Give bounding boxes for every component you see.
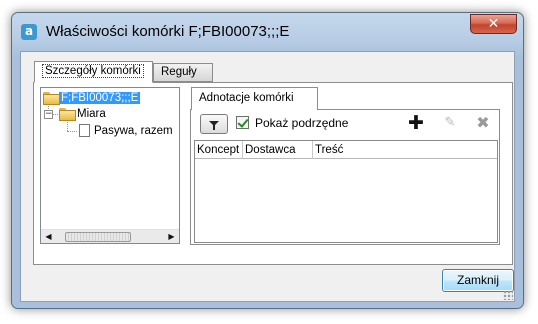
cell-details-panel: F;FBI00073;;;E − Miara Pasywa, razem ◀ ▶ (33, 82, 513, 265)
grid-header: Koncept Dostawca Treść (195, 141, 497, 159)
tree-item-cell[interactable]: F;FBI00073;;;E (43, 90, 141, 106)
app-icon: a (21, 24, 37, 40)
folder-open-icon (59, 107, 76, 121)
scroll-left-arrow-icon[interactable]: ◀ (42, 231, 55, 243)
tree-collapse-toggle[interactable]: − (44, 110, 53, 119)
dialog-client-area: Szczegóły komórki Reguły F;FBI00073;;;E … (20, 51, 515, 302)
tree-item-label: Miara (77, 108, 106, 120)
add-icon[interactable]: ✚ (407, 113, 425, 133)
tab-rules-label: Reguły (161, 66, 197, 78)
annotations-tab-control: Adnotacje komórki Pokaż podrzędne ✚ ✎ ✖ … (190, 87, 509, 245)
tree-item-label: F;FBI00073;;;E (59, 92, 141, 104)
resize-grip[interactable] (503, 290, 513, 300)
document-icon (79, 124, 90, 137)
annotations-toolbar: Pokaż podrzędne ✚ ✎ ✖ (195, 112, 495, 138)
tab-cell-details-label: Szczegóły komórki (42, 64, 144, 78)
tree-item-liabilities[interactable]: Pasywa, razem (79, 123, 173, 139)
column-header-content[interactable]: Treść (313, 141, 497, 159)
scrollbar-thumb[interactable] (65, 232, 131, 242)
tab-cell-annotations[interactable]: Adnotacje komórki (191, 87, 318, 110)
annotations-panel: Pokaż podrzędne ✚ ✎ ✖ Koncept Dostawca T… (190, 109, 500, 245)
window-close-button[interactable]: ✕ (470, 14, 517, 34)
edit-icon[interactable]: ✎ (441, 113, 459, 133)
tab-cell-details[interactable]: Szczegóły komórki (34, 61, 153, 83)
dialog-window: a Właściwości komórki F;FBI00073;;;E ✕ S… (11, 12, 524, 309)
window-title: Właściwości komórki F;FBI00073;;;E (46, 23, 290, 40)
tree-item-label: Pasywa, razem (94, 125, 173, 137)
delete-icon[interactable]: ✖ (474, 113, 492, 133)
cell-tree: F;FBI00073;;;E − Miara Pasywa, razem ◀ ▶ (40, 87, 180, 244)
title-bar[interactable]: a Właściwości komórki F;FBI00073;;;E ✕ (12, 13, 523, 51)
show-children-checkbox[interactable] (236, 116, 249, 129)
tree-item-measure[interactable]: Miara (59, 106, 108, 122)
filter-icon (209, 121, 219, 130)
close-dialog-button[interactable]: Zamknij (442, 269, 514, 292)
column-header-concept[interactable]: Koncept (195, 141, 243, 159)
tree-line (67, 122, 68, 131)
folder-open-icon (43, 91, 60, 105)
filter-button[interactable] (200, 114, 228, 134)
show-children-label[interactable]: Pokaż podrzędne (255, 116, 348, 130)
tab-rules[interactable]: Reguły (153, 63, 213, 82)
scroll-right-arrow-icon[interactable]: ▶ (165, 231, 178, 243)
tree-line (53, 114, 58, 115)
annotations-grid[interactable]: Koncept Dostawca Treść (194, 140, 498, 243)
column-header-provider[interactable]: Dostawca (243, 141, 313, 159)
tree-horizontal-scrollbar[interactable]: ◀ ▶ (41, 229, 179, 243)
tree-line (67, 131, 77, 132)
